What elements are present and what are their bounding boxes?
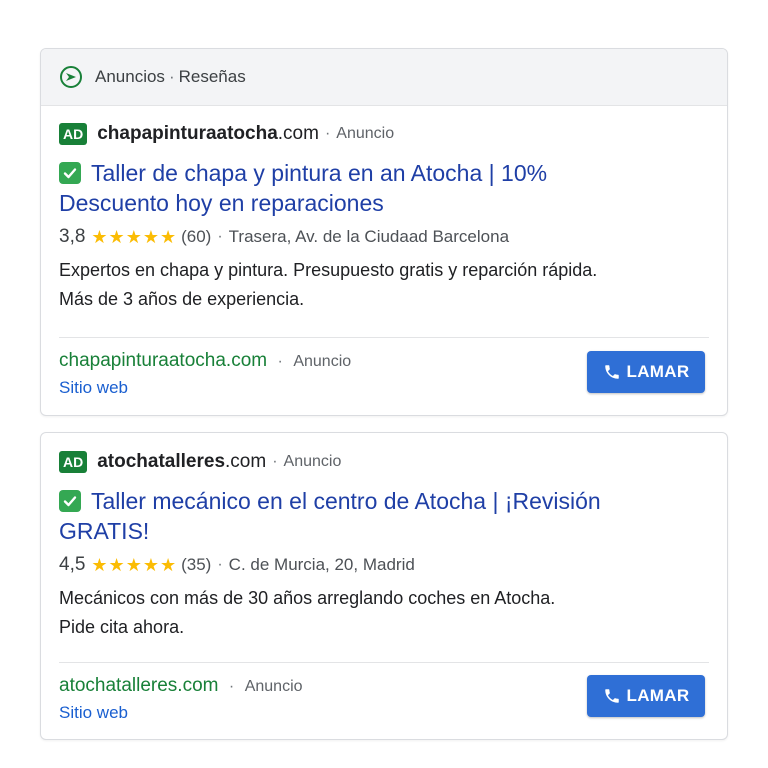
anuncio-label: Anuncio [283,453,342,470]
call-button-label: LAMAR [626,686,690,705]
ad-domain[interactable]: atochatalleres.com [97,451,266,473]
ad-address: Trasera, Av. de la Ciudaad Barcelona [228,227,510,246]
ad-description-line1: Expertos en chapa y pintura. Presupuesto… [59,260,598,280]
ad-block-1: AD chapapinturaatocha.com · Anuncio Tall… [41,106,727,314]
check-icon [59,162,81,184]
footer-separator: · [228,678,235,695]
domain-separator: · [324,125,331,142]
ad-title-link[interactable]: Taller mecánico en el centro de Atocha |… [59,486,709,546]
ad-block-2: AD atochatalleres.com · Anuncio Taller m… [41,433,727,642]
rating-value: 4,5 [59,554,86,575]
ad-domain-name: atochatalleres [97,451,226,472]
ad-domain-tld: .com [225,451,267,472]
ad-domain-name: chapapinturaatocha [97,123,278,144]
ad-card-2: AD atochatalleres.com · Anuncio Taller m… [40,432,728,740]
footer-anuncio-label: Anuncio [293,353,352,370]
footer-domain-link[interactable]: chapapinturaatocha.com [59,350,267,371]
domain-separator: · [272,453,278,470]
ad-card-1: Anuncios · Reseñas AD chapapinturaatocha… [40,48,728,416]
ad-title-link[interactable]: Taller de chapa y pintura en an Atocha |… [59,158,709,218]
ad-domain-tld: .com [277,123,319,144]
rating-value: 3,8 [59,226,86,247]
megaphone-icon [59,65,83,89]
header-anuncios-label: Anuncios [95,67,165,86]
review-count[interactable]: (60) [181,227,211,247]
ad-badge: AD [59,123,88,145]
rating-separator: · [217,228,223,245]
ad-title-line2: GRATIS! [59,518,150,544]
footer-separator: · [277,353,283,370]
call-button[interactable]: LAMAR [587,351,705,393]
footer-domain-link[interactable]: atochatalleres.com [59,675,218,696]
call-button[interactable]: LAMAR [587,675,705,717]
call-button-label: LAMAR [626,362,690,381]
anuncio-label: Anuncio [336,125,395,142]
footer-anuncio-label: Anuncio [244,678,303,695]
star-rating-icon: ★★★★★ [91,554,178,575]
review-count[interactable]: (35) [181,555,211,575]
header-resenas-label[interactable]: Reseñas [179,67,246,87]
phone-icon [604,365,619,379]
ad-title-line1: Taller de chapa y pintura en an Atocha |… [91,160,548,186]
ad-title-line1: Taller mecánico en el centro de Atocha |… [91,488,601,514]
divider [59,662,709,663]
ad-title-line2: Descuento hoy en reparaciones [59,190,384,216]
ad-description-line1: Mecánicos con más de 30 años arreglando … [59,588,556,608]
divider [59,337,709,338]
phone-icon [604,689,619,703]
check-icon [59,490,81,512]
rating-separator: · [217,556,223,573]
ad-description: Mecánicos con más de 30 años arreglando … [59,584,709,642]
rating-row: 4,5 ★★★★★ (35) · C. de Murcia, 20, Madri… [59,554,709,576]
ad-description-line2: Más de 3 años de experiencia. [59,289,305,309]
ad-description: Expertos en chapa y pintura. Presupuesto… [59,256,709,314]
ad-badge: AD [59,451,88,473]
ad-domain[interactable]: chapapinturaatocha.com [97,123,319,145]
ad-description-line2: Pide cita ahora. [59,617,185,637]
ad-domain-row: AD atochatalleres.com · Anuncio [59,448,709,476]
ad-domain-row: AD chapapinturaatocha.com · Anuncio [59,120,709,148]
header-separator: · [168,67,175,86]
star-rating-icon: ★★★★★ [91,226,178,247]
ad-footer: atochatalleres.com · Anuncio Sitio web [59,675,303,723]
ad-address: C. de Murcia, 20, Madrid [228,555,415,574]
rating-row: 3,8 ★★★★★ (60) · Trasera, Av. de la Ciud… [59,226,709,248]
sitio-web-link[interactable]: Sitio web [59,378,351,398]
ads-header: Anuncios · Reseñas [41,49,727,106]
sitio-web-link[interactable]: Sitio web [59,703,303,723]
ad-footer: chapapinturaatocha.com · Anuncio Sitio w… [59,350,351,398]
